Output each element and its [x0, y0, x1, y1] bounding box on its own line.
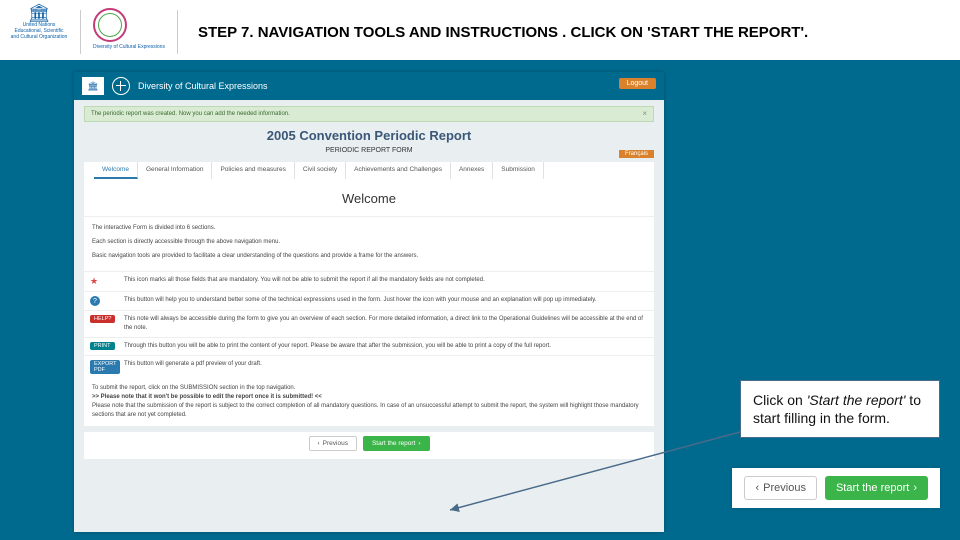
chevron-right-icon: › — [913, 482, 917, 494]
zoom-previous-button[interactable]: ‹ Previous — [744, 476, 816, 500]
close-icon[interactable]: × — [642, 109, 647, 118]
logo-block: 🏛 United Nations Educational, Scientific… — [0, 0, 192, 60]
tool-desc: This button will help you to understand … — [124, 292, 654, 310]
tab-row: Welcome General Information Policies and… — [84, 162, 654, 179]
tab-submission[interactable]: Submission — [493, 162, 544, 179]
table-row: HELP? This note will always be accessibl… — [84, 310, 654, 337]
unesco-caption: United Nations Educational, Scientific a… — [10, 22, 68, 40]
table-row: ? This button will help you to understan… — [84, 291, 654, 310]
site-brand: Diversity of Cultural Expressions — [138, 81, 268, 91]
zoom-prev-label: Previous — [763, 482, 806, 494]
submit-section: To submit the report, click on the SUBMI… — [84, 378, 654, 426]
table-row: PRINT Through this button you will be ab… — [84, 337, 654, 355]
tool-desc: This icon marks all those fields that ar… — [124, 272, 654, 291]
table-row: EXPORT PDF This button will generate a p… — [84, 355, 654, 378]
submit-warning: >> Please note that it won't be possible… — [92, 393, 646, 402]
submit-line: Please note that the submission of the r… — [92, 402, 646, 420]
embedded-screenshot: 🏛 Diversity of Cultural Expressions Logo… — [74, 72, 664, 532]
logout-button[interactable]: Logout — [619, 78, 656, 89]
globe-logo-block: Diversity of Cultural Expressions — [93, 6, 165, 54]
table-row: ★ This icon marks all those fields that … — [84, 271, 654, 291]
print-badge: PRINT — [90, 342, 115, 350]
slide-title: STEP 7. NAVIGATION TOOLS AND INSTRUCTION… — [192, 0, 808, 41]
divider — [177, 10, 178, 54]
nav-buttons: ‹ Previous Start the report › — [84, 432, 654, 459]
language-button[interactable]: Français — [619, 150, 654, 158]
help-badge: HELP? — [90, 315, 115, 323]
tab-achievements[interactable]: Achievements and Challenges — [346, 162, 451, 179]
unesco-mini-icon: 🏛 — [82, 77, 104, 95]
report-title: 2005 Convention Periodic Report — [74, 128, 664, 143]
previous-button[interactable]: ‹ Previous — [309, 436, 357, 451]
globe-caption: Diversity of Cultural Expressions — [93, 44, 165, 50]
tool-desc: This note will always be accessible duri… — [124, 311, 654, 337]
tab-annexes[interactable]: Annexes — [451, 162, 493, 179]
tabs: Welcome General Information Policies and… — [94, 162, 644, 179]
tab-welcome[interactable]: Welcome — [94, 162, 138, 179]
submit-line: To submit the report, click on the SUBMI… — [92, 384, 646, 393]
welcome-heading: Welcome — [84, 179, 654, 217]
zoom-start-report-button[interactable]: Start the report › — [825, 476, 928, 500]
prev-label: Previous — [323, 440, 348, 447]
zoom-start-label: Start the report — [836, 482, 909, 494]
divider — [80, 10, 81, 54]
tools-table: ★ This icon marks all those fields that … — [84, 271, 654, 378]
tool-desc: This button will generate a pdf preview … — [124, 356, 654, 378]
callout-em: 'Start the report' — [807, 392, 906, 408]
start-label: Start the report — [372, 440, 415, 447]
site-header: 🏛 Diversity of Cultural Expressions Logo… — [74, 72, 664, 100]
globe-icon — [93, 8, 127, 42]
callout-text-1: Click on — [753, 392, 807, 408]
slide-header: 🏛 United Nations Educational, Scientific… — [0, 0, 960, 60]
chevron-left-icon: ‹ — [755, 482, 759, 494]
chevron-left-icon: ‹ — [318, 440, 320, 447]
zoomed-nav-buttons: ‹ Previous Start the report › — [732, 468, 940, 508]
intro-section: The interactive Form is divided into 6 s… — [84, 217, 654, 271]
unesco-temple-icon: 🏛 — [28, 6, 51, 20]
tool-desc: Through this button you will be able to … — [124, 338, 654, 355]
tab-general[interactable]: General Information — [138, 162, 212, 179]
star-icon: ★ — [90, 276, 98, 287]
tab-civil[interactable]: Civil society — [295, 162, 346, 179]
question-icon: ? — [90, 296, 100, 306]
start-report-button[interactable]: Start the report › — [363, 436, 430, 451]
unesco-logo: 🏛 United Nations Educational, Scientific… — [10, 6, 68, 52]
intro-line: Each section is directly accessible thro… — [92, 237, 646, 247]
tab-policies[interactable]: Policies and measures — [212, 162, 294, 179]
globe-mini-icon — [112, 77, 130, 95]
export-badge: EXPORT PDF — [90, 360, 120, 374]
chevron-right-icon: › — [418, 440, 420, 447]
callout-box: Click on 'Start the report' to start fil… — [740, 380, 940, 438]
intro-line: Basic navigation tools are provided to f… — [92, 251, 646, 261]
report-subtitle: PERIODIC REPORT FORM — [74, 147, 664, 154]
intro-line: The interactive Form is divided into 6 s… — [92, 223, 646, 233]
alert-text: The periodic report was created. Now you… — [91, 111, 290, 117]
success-alert: The periodic report was created. Now you… — [84, 106, 654, 122]
